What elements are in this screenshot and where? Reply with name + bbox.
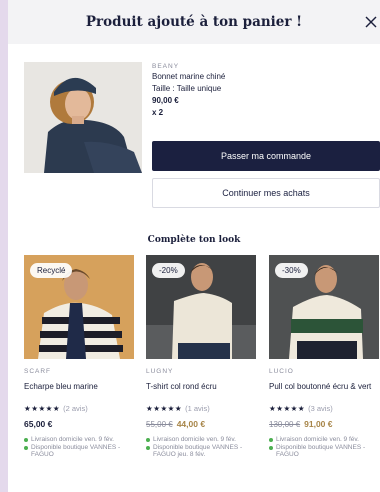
delivery-info: Livraison domicile ven. 9 fév. [24, 436, 134, 444]
store-info: Disponible boutique VANNES - FAGUO jeu. … [146, 444, 256, 459]
product-brand: BEANY [152, 63, 180, 70]
old-price: 55,00 € [146, 420, 173, 429]
available-dot-icon [146, 438, 150, 442]
availability: Livraison domicile ven. 9 fév. Disponibl… [146, 436, 256, 459]
continue-shopping-button[interactable]: Continuer mes achats [152, 178, 380, 208]
delivery-info: Livraison domicile ven. 9 fév. [146, 436, 256, 444]
product-quantity: x 2 [152, 108, 164, 117]
card-brand: LUCIO [269, 368, 294, 375]
card-price: 130,00 €91,00 € [269, 419, 379, 433]
added-product: BEANY Bonnet marine chiné Taille : Taill… [24, 62, 380, 212]
available-dot-icon [24, 445, 28, 450]
review-count[interactable]: (2 avis) [63, 404, 88, 413]
star-rating-icon: ★★★★★ [24, 404, 61, 413]
cart-modal: Produit ajouté à ton panier ! BEANY Bonn… [8, 0, 380, 492]
card-price: 55,00 €44,00 € [146, 419, 256, 433]
product-card-tshirt[interactable]: -20% LUGNY T-shirt col rond écru ★★★★★ (1… [146, 255, 256, 459]
store-info: Disponible boutique VANNES - FAGUO [269, 444, 379, 459]
card-image[interactable]: -30% [269, 255, 379, 359]
product-size: Taille : Taille unique [152, 84, 222, 93]
modal-title: Produit ajouté à ton panier ! [85, 14, 303, 30]
product-price: 90,00 € [152, 96, 179, 105]
checkout-button[interactable]: Passer ma commande [152, 141, 380, 171]
available-dot-icon [269, 445, 273, 450]
product-name: Bonnet marine chiné [152, 72, 226, 81]
product-card-pullover[interactable]: -30% LUCIO Pull col boutonné écru & vert… [269, 255, 379, 459]
availability: Livraison domicile ven. 9 fév. Disponibl… [24, 436, 134, 459]
card-name[interactable]: T-shirt col rond écru [146, 382, 256, 404]
available-dot-icon [24, 438, 28, 442]
availability: Livraison domicile ven. 9 fév. Disponibl… [269, 436, 379, 459]
available-dot-icon [269, 438, 273, 442]
card-name[interactable]: Pull col boutonné écru & vert [269, 382, 379, 404]
sale-price: 44,00 € [176, 419, 206, 429]
review-count[interactable]: (1 avis) [185, 404, 210, 413]
badge-discount: -30% [275, 263, 308, 278]
sale-price: 91,00 € [304, 419, 333, 429]
card-rating: ★★★★★ (1 avis) [146, 404, 256, 416]
price: 65,00 € [24, 419, 53, 429]
card-rating: ★★★★★ (2 avis) [24, 404, 134, 416]
card-image[interactable]: Recyclé [24, 255, 134, 359]
available-dot-icon [146, 445, 150, 450]
review-count[interactable]: (3 avis) [308, 404, 333, 413]
badge-discount: -20% [152, 263, 185, 278]
delivery-info: Livraison domicile ven. 9 fév. [269, 436, 379, 444]
card-name[interactable]: Echarpe bleu marine [24, 382, 134, 404]
card-rating: ★★★★★ (3 avis) [269, 404, 379, 416]
store-info: Disponible boutique VANNES - FAGUO [24, 444, 134, 459]
old-price: 130,00 € [269, 420, 301, 429]
look-section-title: Complète ton look [147, 235, 241, 245]
product-info: BEANY Bonnet marine chiné Taille : Taill… [152, 62, 225, 119]
badge-recycled: Recyclé [30, 263, 73, 278]
close-icon[interactable] [362, 13, 380, 31]
star-rating-icon: ★★★★★ [269, 404, 306, 413]
card-price: 65,00 € [24, 419, 134, 433]
product-image [24, 62, 142, 173]
product-card-scarf[interactable]: Recyclé SCARF Echarpe bleu marine ★★★★★(… [24, 255, 134, 459]
card-brand: LUGNY [146, 368, 174, 375]
star-rating-icon: ★★★★★ [146, 404, 183, 413]
card-image[interactable]: -20% [146, 255, 256, 359]
card-brand: SCARF [24, 368, 52, 375]
modal-header: Produit ajouté à ton panier ! [8, 0, 380, 44]
